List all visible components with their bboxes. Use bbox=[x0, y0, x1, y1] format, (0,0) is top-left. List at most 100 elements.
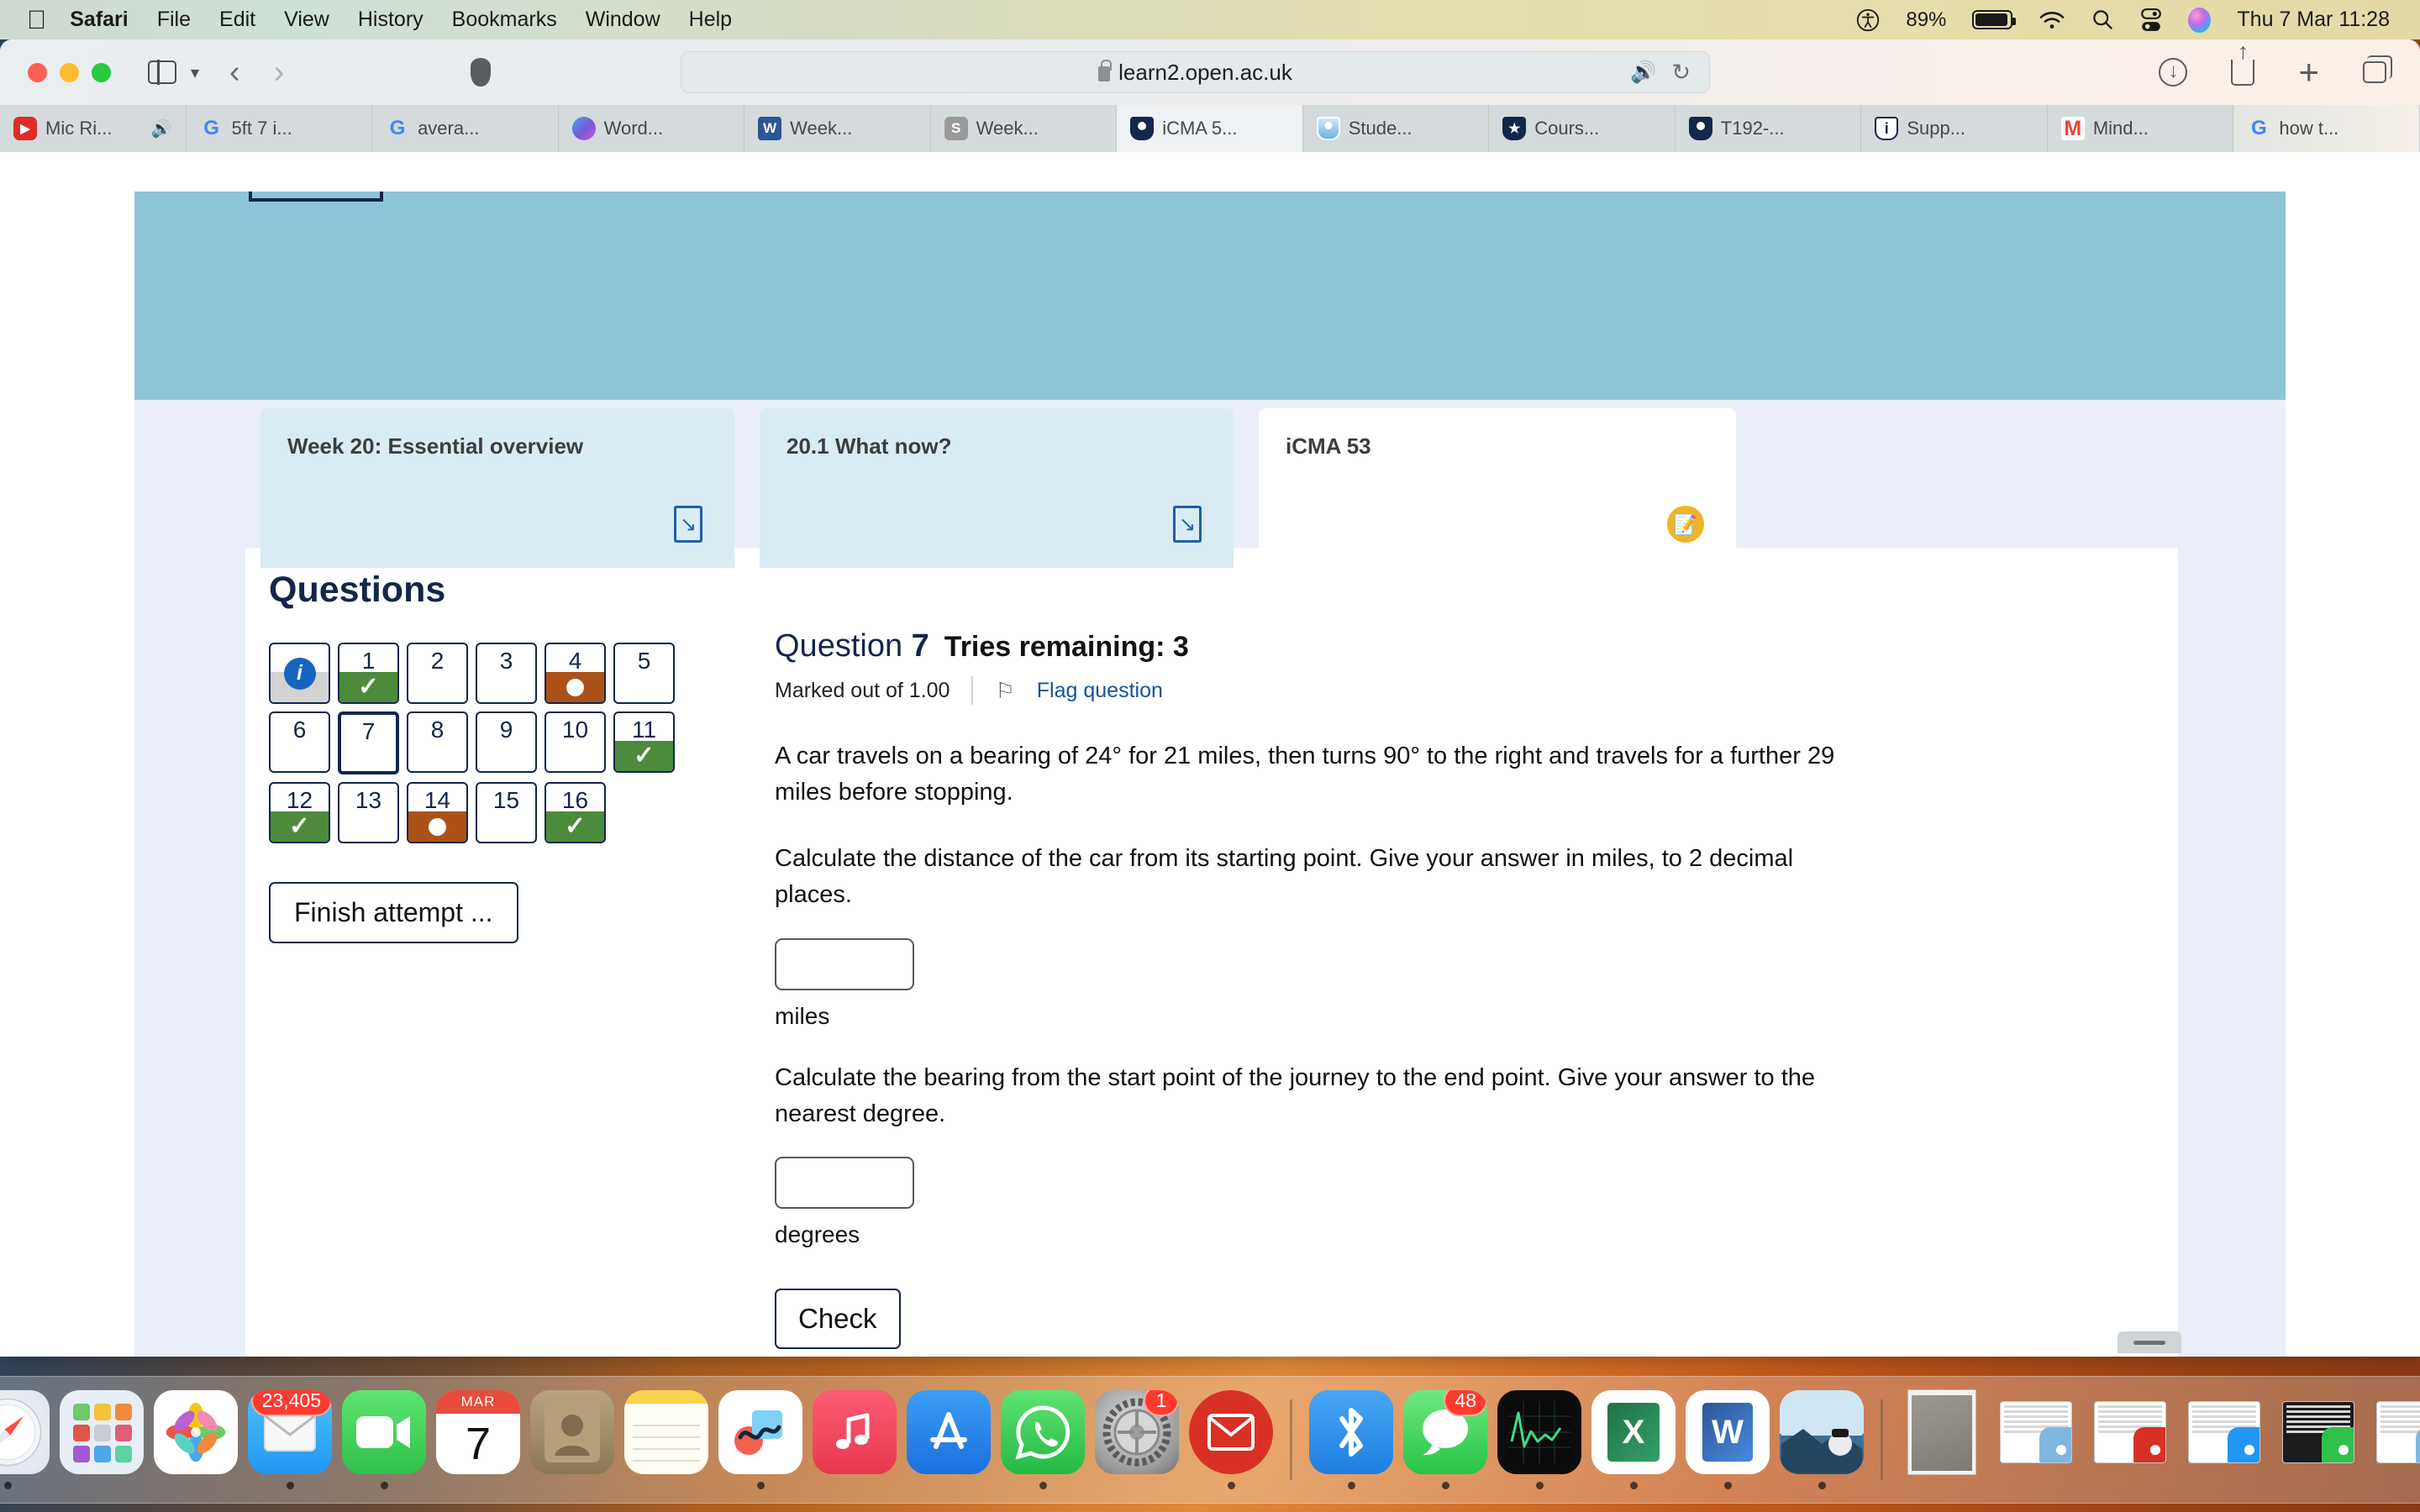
browser-tab-1[interactable]: G 5ft 7 i... bbox=[186, 105, 373, 152]
question-nav-14[interactable]: 14 bbox=[407, 782, 468, 843]
question-nav-7[interactable]: 7 bbox=[338, 711, 399, 774]
menu-bar-clock[interactable]: Thu 7 Mar 11:28 bbox=[2237, 8, 2390, 32]
question-nav-4[interactable]: 4 bbox=[544, 643, 606, 704]
question-nav-9[interactable]: 9 bbox=[476, 711, 537, 773]
course-tab-1[interactable]: 20.1 What now? ↘ bbox=[760, 408, 1234, 568]
scroll-handle[interactable] bbox=[2118, 1331, 2181, 1353]
maximize-window-button[interactable] bbox=[92, 62, 111, 82]
sidebar-toggle-icon[interactable] bbox=[148, 60, 176, 85]
question-nav-16[interactable]: 16 ✓ bbox=[544, 782, 606, 843]
dock-item-contacts[interactable] bbox=[525, 1390, 619, 1489]
jump-to-icon[interactable]: ↘ bbox=[674, 506, 702, 543]
share-icon[interactable] bbox=[2231, 59, 2255, 86]
apple-menu-icon[interactable]:  bbox=[27, 7, 46, 33]
browser-tab-2[interactable]: Gavera... bbox=[372, 105, 559, 152]
question-nav-8[interactable]: 8 bbox=[407, 711, 468, 773]
menu-item-edit[interactable]: Edit bbox=[219, 8, 255, 32]
jump-to-icon[interactable]: ↘ bbox=[1173, 506, 1202, 543]
question-nav-11[interactable]: 11 ✓ bbox=[613, 711, 675, 773]
course-tab-0[interactable]: Week 20: Essential overview ↘ bbox=[260, 408, 734, 568]
dock-item-notes[interactable] bbox=[619, 1390, 713, 1489]
answer-input-degrees[interactable] bbox=[775, 1157, 914, 1210]
question-nav-1[interactable]: 1 ✓ bbox=[338, 643, 399, 704]
address-bar[interactable]: learn2.open.ac.uk 🔊 ↻ bbox=[681, 51, 1710, 93]
question-nav-2[interactable]: 2 bbox=[407, 643, 468, 704]
menu-item-history[interactable]: History bbox=[358, 8, 424, 32]
browser-tab-12[interactable]: Ghow t... bbox=[2233, 105, 2420, 152]
question-nav-3[interactable]: 3 bbox=[476, 643, 537, 704]
downloads-icon[interactable] bbox=[2159, 58, 2188, 87]
browser-tab-5[interactable]: S Week... bbox=[930, 105, 1118, 152]
dock-item-excel[interactable]: X bbox=[1586, 1390, 1681, 1489]
dock-item-notes-document[interactable] bbox=[1895, 1389, 1989, 1490]
dock-item-safari[interactable] bbox=[0, 1390, 55, 1489]
menu-item-window[interactable]: Window bbox=[586, 8, 660, 32]
question-nav-13[interactable]: 13 bbox=[338, 782, 399, 843]
check-button[interactable]: Check bbox=[775, 1289, 901, 1350]
browser-tab-4[interactable]: W Week... bbox=[744, 105, 931, 152]
dock-item-freeform[interactable] bbox=[713, 1390, 808, 1489]
dock-minimized-mail-window[interactable]: ● bbox=[2177, 1401, 2271, 1478]
course-tab-2[interactable]: iCMA 53 📝 bbox=[1259, 408, 1736, 568]
dock-item-facetime[interactable] bbox=[337, 1390, 431, 1489]
browser-tab-0[interactable]: ▶ Mic Ri... 🔊 bbox=[0, 105, 187, 152]
question-nav-5[interactable]: 5 bbox=[613, 643, 675, 704]
dock-item-preview[interactable] bbox=[1775, 1390, 1869, 1489]
dock-item-photos[interactable] bbox=[149, 1390, 243, 1489]
spotlight-search-icon[interactable] bbox=[2091, 8, 2114, 31]
flag-icon[interactable]: ⚐ bbox=[995, 678, 1014, 704]
question-nav-12[interactable]: 12 ✓ bbox=[269, 782, 330, 843]
menu-item-bookmarks[interactable]: Bookmarks bbox=[452, 8, 557, 32]
battery-icon[interactable] bbox=[1972, 10, 2017, 29]
dock-item-whatsapp[interactable] bbox=[996, 1390, 1090, 1489]
dock-item-bluetooth[interactable] bbox=[1304, 1390, 1398, 1489]
menu-item-view[interactable]: View bbox=[284, 8, 329, 32]
question-nav-6[interactable]: 6 bbox=[269, 711, 330, 773]
finish-attempt-button[interactable]: Finish attempt ... bbox=[269, 882, 518, 943]
dock-item-system-settings[interactable]: 1 bbox=[1090, 1390, 1184, 1489]
menu-item-file[interactable]: File bbox=[157, 8, 191, 32]
minimize-window-button[interactable] bbox=[60, 62, 79, 82]
browser-tab-9[interactable]: T192-... bbox=[1675, 105, 1862, 152]
browser-tab-7[interactable]: Stude... bbox=[1302, 105, 1490, 152]
dock-minimized-photos-window[interactable]: ● bbox=[2365, 1401, 2420, 1478]
new-tab-plus-icon[interactable]: + bbox=[2298, 55, 2319, 90]
browser-tab-11[interactable]: Mind... bbox=[2047, 105, 2234, 152]
dock-item-app-store[interactable] bbox=[902, 1390, 996, 1489]
dock-minimized-gmail-window[interactable]: ● bbox=[2083, 1401, 2177, 1478]
wifi-icon[interactable] bbox=[2039, 10, 2065, 30]
dock-item-mail[interactable]: 23,405 bbox=[243, 1390, 337, 1489]
reload-icon[interactable]: ↻ bbox=[1671, 60, 1691, 86]
dock-item-music[interactable] bbox=[808, 1390, 902, 1489]
dock-item-calendar[interactable]: MAR 7 bbox=[431, 1390, 525, 1489]
browser-tab-3[interactable]: Word... bbox=[558, 105, 745, 152]
siri-icon[interactable] bbox=[2188, 7, 2212, 33]
browser-tab-10[interactable]: i Supp... bbox=[1861, 105, 2048, 152]
answer-input-miles[interactable] bbox=[775, 937, 914, 990]
tab-overview-icon[interactable] bbox=[2363, 55, 2392, 83]
dock-item-stocks[interactable] bbox=[1492, 1390, 1586, 1489]
browser-tab-6[interactable]: iCMA 5... bbox=[1117, 105, 1303, 152]
audio-playing-icon[interactable]: 🔊 bbox=[1630, 60, 1656, 85]
tab-mute-icon[interactable]: 🔊 bbox=[151, 118, 172, 139]
privacy-shield-icon[interactable] bbox=[471, 58, 492, 87]
close-window-button[interactable] bbox=[28, 62, 47, 82]
browser-tab-8[interactable]: ★ Cours... bbox=[1489, 105, 1676, 152]
dock-minimized-facetime-window[interactable]: ● bbox=[2271, 1401, 2365, 1478]
dock-item-word[interactable]: W bbox=[1681, 1390, 1775, 1489]
menu-item-help[interactable]: Help bbox=[689, 8, 732, 32]
dock-item-messages[interactable]: 48 bbox=[1398, 1390, 1492, 1489]
dock-minimized-notes-document[interactable]: ● bbox=[1989, 1401, 2083, 1478]
chevron-down-icon[interactable]: ▾ bbox=[191, 62, 199, 83]
dock-item-launchpad[interactable] bbox=[55, 1390, 149, 1489]
dock-item-gmail[interactable] bbox=[1184, 1390, 1278, 1489]
flag-question-link[interactable]: Flag question bbox=[1037, 679, 1163, 703]
accessibility-icon[interactable] bbox=[1856, 8, 1880, 32]
question-nav-10[interactable]: 10 bbox=[544, 711, 606, 773]
question-nav-15[interactable]: 15 bbox=[476, 782, 537, 843]
forward-arrow-icon[interactable]: › bbox=[274, 55, 285, 91]
question-info-box[interactable]: i bbox=[269, 643, 330, 704]
menu-item-safari[interactable]: Safari bbox=[70, 8, 128, 32]
back-arrow-icon[interactable]: ‹ bbox=[229, 55, 240, 91]
control-center-icon[interactable] bbox=[2140, 8, 2162, 32]
